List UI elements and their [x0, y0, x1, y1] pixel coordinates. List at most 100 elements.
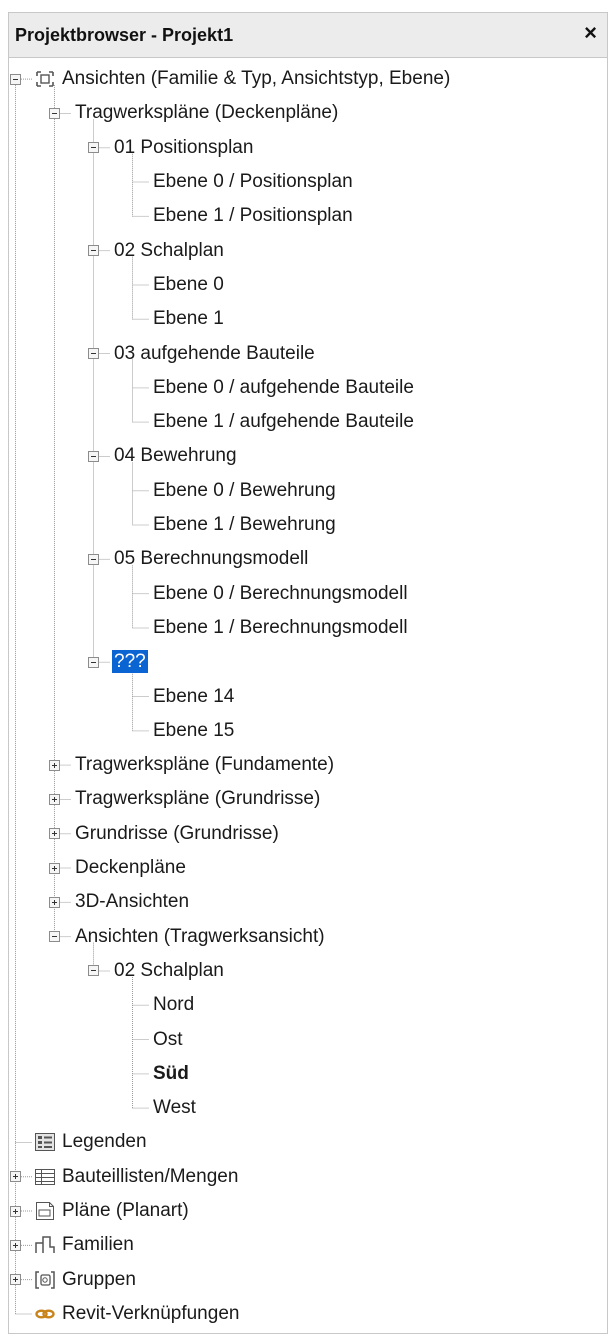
sheet-icon	[34, 1201, 56, 1221]
tree-item[interactable]: ???	[112, 645, 148, 679]
tree-item[interactable]: Tragwerkspläne (Grundrisse)	[73, 782, 322, 816]
expand-icon[interactable]	[10, 1274, 21, 1286]
collapse-icon[interactable]	[88, 245, 99, 257]
tree-item-label: Grundrisse (Grundrisse)	[75, 822, 279, 844]
tree-item[interactable]: Revit-Verknüpfungen	[60, 1297, 241, 1331]
tree-item[interactable]: Ebene 1 / Berechnungsmodell	[151, 611, 410, 645]
project-tree: Ansichten (Familie & Typ, Ansichtstyp, E…	[8, 58, 608, 1334]
tree-item[interactable]: Gruppen	[60, 1263, 138, 1297]
tree-item-label: Bauteillisten/Mengen	[62, 1165, 239, 1187]
tree-item[interactable]: 04 Bewehrung	[112, 439, 239, 473]
tree-item[interactable]: Familien	[60, 1228, 136, 1262]
tree-item[interactable]: Ebene 1 / Bewehrung	[151, 508, 338, 542]
expand-icon[interactable]	[10, 1239, 21, 1251]
tree-item[interactable]: Tragwerkspläne (Fundamente)	[73, 748, 336, 782]
tree-item-label: 3D-Ansichten	[75, 891, 190, 913]
tree-item-label: Ebene 15	[153, 719, 235, 741]
tree-item[interactable]: Ost	[151, 1023, 185, 1057]
tree-item-label: Ebene 0 / Positionsplan	[153, 171, 353, 193]
tree-item-label: 03 aufgehende Bauteile	[114, 342, 315, 364]
tree-item[interactable]: Ansichten (Tragwerksansicht)	[73, 920, 327, 954]
tree-item[interactable]: Legenden	[60, 1125, 149, 1159]
group-icon	[34, 1270, 56, 1290]
link-icon	[34, 1304, 56, 1324]
tree-item-label: Tragwerkspläne (Deckenpläne)	[75, 102, 339, 124]
tree-item-label: Revit-Verknüpfungen	[62, 1302, 240, 1324]
views-icon	[34, 69, 56, 89]
tree-item-label: Ebene 0 / Berechnungsmodell	[153, 582, 408, 604]
tree-item[interactable]: Ebene 15	[151, 714, 236, 748]
title-bar: Projektbrowser - Projekt1 ×	[8, 12, 608, 58]
tree-item[interactable]: Ebene 0	[151, 268, 226, 302]
tree-item-label: 04 Bewehrung	[114, 445, 237, 467]
collapse-icon[interactable]	[88, 142, 99, 154]
schedule-icon	[34, 1167, 56, 1187]
tree-item-label: Ebene 1 / Berechnungsmodell	[153, 616, 408, 638]
tree-item[interactable]: Grundrisse (Grundrisse)	[73, 817, 281, 851]
tree-item-label: Ebene 14	[153, 685, 235, 707]
expand-icon[interactable]	[49, 896, 60, 908]
tree-item-label: West	[153, 1097, 196, 1119]
collapse-icon[interactable]	[49, 931, 60, 943]
family-icon	[34, 1235, 56, 1255]
tree-item[interactable]: 3D-Ansichten	[73, 885, 191, 919]
tree-item[interactable]: 05 Berechnungsmodell	[112, 542, 310, 576]
tree-item-label: 01 Positionsplan	[114, 136, 254, 158]
tree-item-label: Familien	[62, 1234, 134, 1256]
tree-item[interactable]: Tragwerkspläne (Deckenpläne)	[73, 96, 340, 130]
tree-item-label: Ebene 0	[153, 273, 224, 295]
tree-item[interactable]: Ansichten (Familie & Typ, Ansichtstyp, E…	[60, 62, 452, 96]
tree-item[interactable]: 02 Schalplan	[112, 954, 226, 988]
tree-item-label: Süd	[153, 1062, 189, 1084]
tree-item-label: Ebene 1 / Positionsplan	[153, 205, 353, 227]
tree-item[interactable]: Ebene 1	[151, 302, 226, 336]
tree-item[interactable]: Ebene 14	[151, 680, 236, 714]
tree-item-label: Tragwerkspläne (Grundrisse)	[75, 788, 321, 810]
collapse-icon[interactable]	[88, 553, 99, 565]
tree-item-label: Tragwerkspläne (Fundamente)	[75, 754, 335, 776]
tree-item-label: Deckenpläne	[75, 857, 186, 879]
tree-item[interactable]: Ebene 0 / Positionsplan	[151, 165, 355, 199]
tree-item[interactable]: 03 aufgehende Bauteile	[112, 337, 317, 371]
tree-item[interactable]: Ebene 1 / aufgehende Bauteile	[151, 405, 416, 439]
close-icon[interactable]: ×	[584, 22, 597, 44]
expand-icon[interactable]	[49, 793, 60, 805]
expand-icon[interactable]	[10, 1205, 21, 1217]
expand-icon[interactable]	[49, 862, 60, 874]
panel-title: Projektbrowser - Projekt1	[15, 25, 234, 45]
tree-item[interactable]: Süd	[151, 1057, 191, 1091]
tree-item-label: Gruppen	[62, 1268, 136, 1290]
tree-item[interactable]: Pläne (Planart)	[60, 1194, 191, 1228]
collapse-icon[interactable]	[88, 450, 99, 462]
tree-item-label: Nord	[153, 994, 195, 1016]
expand-icon[interactable]	[10, 1171, 21, 1183]
tree-item[interactable]: Ebene 0 / Bewehrung	[151, 474, 338, 508]
collapse-icon[interactable]	[10, 73, 21, 85]
tree-item-label: Ansichten (Tragwerksansicht)	[75, 925, 325, 947]
collapse-icon[interactable]	[49, 107, 60, 119]
tree-item-label: 02 Schalplan	[114, 959, 224, 981]
tree-item[interactable]: Ebene 1 / Positionsplan	[151, 199, 355, 233]
tree-item[interactable]: Nord	[151, 988, 196, 1022]
tree-item-label: Pläne (Planart)	[62, 1200, 189, 1222]
tree-item-label: 05 Berechnungsmodell	[114, 548, 309, 570]
tree-item[interactable]: Ebene 0 / aufgehende Bauteile	[151, 371, 416, 405]
tree-item-label: Ebene 1	[153, 308, 224, 330]
tree-item-label: 02 Schalplan	[114, 239, 224, 261]
collapse-icon[interactable]	[88, 656, 99, 668]
expand-icon[interactable]	[49, 759, 60, 771]
collapse-icon[interactable]	[88, 348, 99, 360]
tree-item-label: Ansichten (Familie & Typ, Ansichtstyp, E…	[62, 68, 451, 90]
tree-item-label: ???	[112, 650, 148, 674]
tree-item[interactable]: 01 Positionsplan	[112, 131, 255, 165]
tree-item[interactable]: 02 Schalplan	[112, 234, 226, 268]
tree-item-label: Ebene 1 / Bewehrung	[153, 514, 336, 536]
tree-item[interactable]: Deckenpläne	[73, 851, 188, 885]
tree-item[interactable]: Bauteillisten/Mengen	[60, 1160, 240, 1194]
collapse-icon[interactable]	[88, 965, 99, 977]
expand-icon[interactable]	[49, 828, 60, 840]
tree-item[interactable]: Ebene 0 / Berechnungsmodell	[151, 577, 410, 611]
tree-item[interactable]: West	[151, 1091, 198, 1125]
tree-item-label: Ebene 0 / Bewehrung	[153, 479, 336, 501]
legend-icon	[34, 1132, 56, 1152]
